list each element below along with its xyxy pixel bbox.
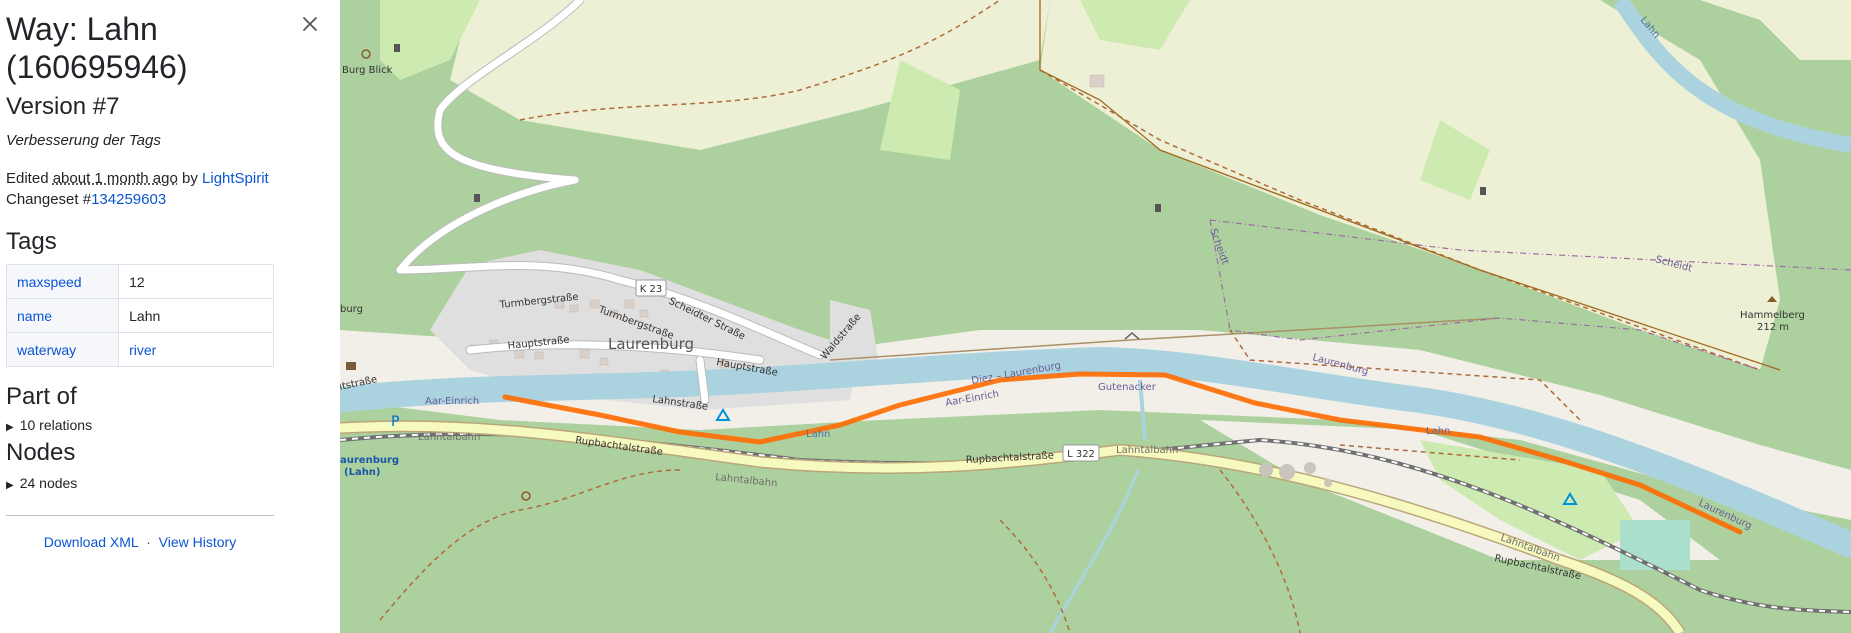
nodes-summary: 24 nodes <box>19 475 78 491</box>
close-icon[interactable] <box>300 14 320 34</box>
author-link[interactable]: LightSpirit <box>202 170 269 187</box>
nodes-toggle[interactable]: ▶ 24 nodes <box>6 475 274 491</box>
map-label-lahn-river-1: Lahn <box>806 429 830 440</box>
map-label-burg-edge: burg <box>340 304 363 315</box>
map-label-lahntalbahn-1: Lahntalbahn <box>418 432 480 443</box>
relations-summary: 10 relations <box>19 417 93 433</box>
changeset-link[interactable]: 134259603 <box>91 191 166 208</box>
disclosure-triangle-icon: ▶ <box>6 480 14 491</box>
svg-text:L 322: L 322 <box>1067 449 1095 460</box>
sidebar: Way: Lahn (160695946) Version #7 Verbess… <box>0 0 288 633</box>
edit-info: Edited about 1 month ago by LightSpirit <box>6 168 274 189</box>
changeset-prefix: Changeset # <box>6 191 92 208</box>
map-label-parking: P <box>391 414 399 430</box>
tags-heading: Tags <box>6 228 57 255</box>
map-label-burg-blick: Burg Blick <box>342 65 393 76</box>
edited-prefix: Edited <box>6 170 49 187</box>
map-label-laurenburg-town: Laurenburg <box>608 335 694 353</box>
part-of-heading: Part of <box>6 383 77 410</box>
pitch-area <box>1620 520 1690 570</box>
edited-by-word: by <box>182 170 198 187</box>
footer-links: Download XML · View History <box>6 534 274 550</box>
tag-value-link[interactable]: river <box>129 342 156 358</box>
page-title: Way: Lahn (160695946) <box>6 11 188 85</box>
tag-value: Lahn <box>118 298 274 333</box>
download-xml-link[interactable]: Download XML <box>44 534 138 550</box>
map-label-aar-einrich-1: Aar-Einrich <box>425 396 479 407</box>
changeset-comment: Verbesserung der Tags <box>6 132 161 149</box>
map-label-gutenacker: Gutenacker <box>1098 382 1157 393</box>
disclosure-triangle-icon: ▶ <box>6 422 14 433</box>
tag-value: 12 <box>118 264 274 299</box>
map-label-station-line-2: (Lahn) <box>344 467 381 478</box>
tags-table: maxspeed 12 name Lahn waterway river <box>5 264 274 367</box>
castle-icon <box>346 362 356 370</box>
changeset-info: Changeset #134259603 <box>6 189 274 210</box>
map-label-lahn-river-2: Lahn <box>1426 426 1450 437</box>
tag-key-link[interactable]: maxspeed <box>17 274 82 290</box>
relations-toggle[interactable]: ▶ 10 relations <box>6 417 274 433</box>
map-label-hammelberg: Hammelberg <box>1740 310 1805 321</box>
table-row: waterway river <box>5 332 274 367</box>
road-shield-k23: K 23 <box>635 279 667 297</box>
table-row: maxspeed 12 <box>5 264 274 299</box>
table-row: name Lahn <box>5 298 274 333</box>
view-history-link[interactable]: View History <box>159 534 237 550</box>
map-canvas[interactable]: Burg Blick Laurenburg Turmbergstraße Tur… <box>340 0 1851 633</box>
map-label-station-line-1: aurenburg <box>340 455 399 466</box>
tag-key-link[interactable]: name <box>17 308 52 324</box>
version-heading: Version #7 <box>6 93 120 120</box>
divider <box>6 515 274 516</box>
tag-key-link[interactable]: waterway <box>17 342 76 358</box>
map-label-lahntalbahn-3: Lahntalbahn <box>1116 445 1178 456</box>
map-label-hammelberg-elevation: 212 m <box>1757 322 1789 333</box>
svg-text:K 23: K 23 <box>640 284 662 295</box>
road-shield-l322: L 322 <box>1062 444 1100 462</box>
link-separator: · <box>146 534 151 550</box>
edited-time: about 1 month ago <box>52 170 178 187</box>
nodes-heading: Nodes <box>6 439 76 466</box>
